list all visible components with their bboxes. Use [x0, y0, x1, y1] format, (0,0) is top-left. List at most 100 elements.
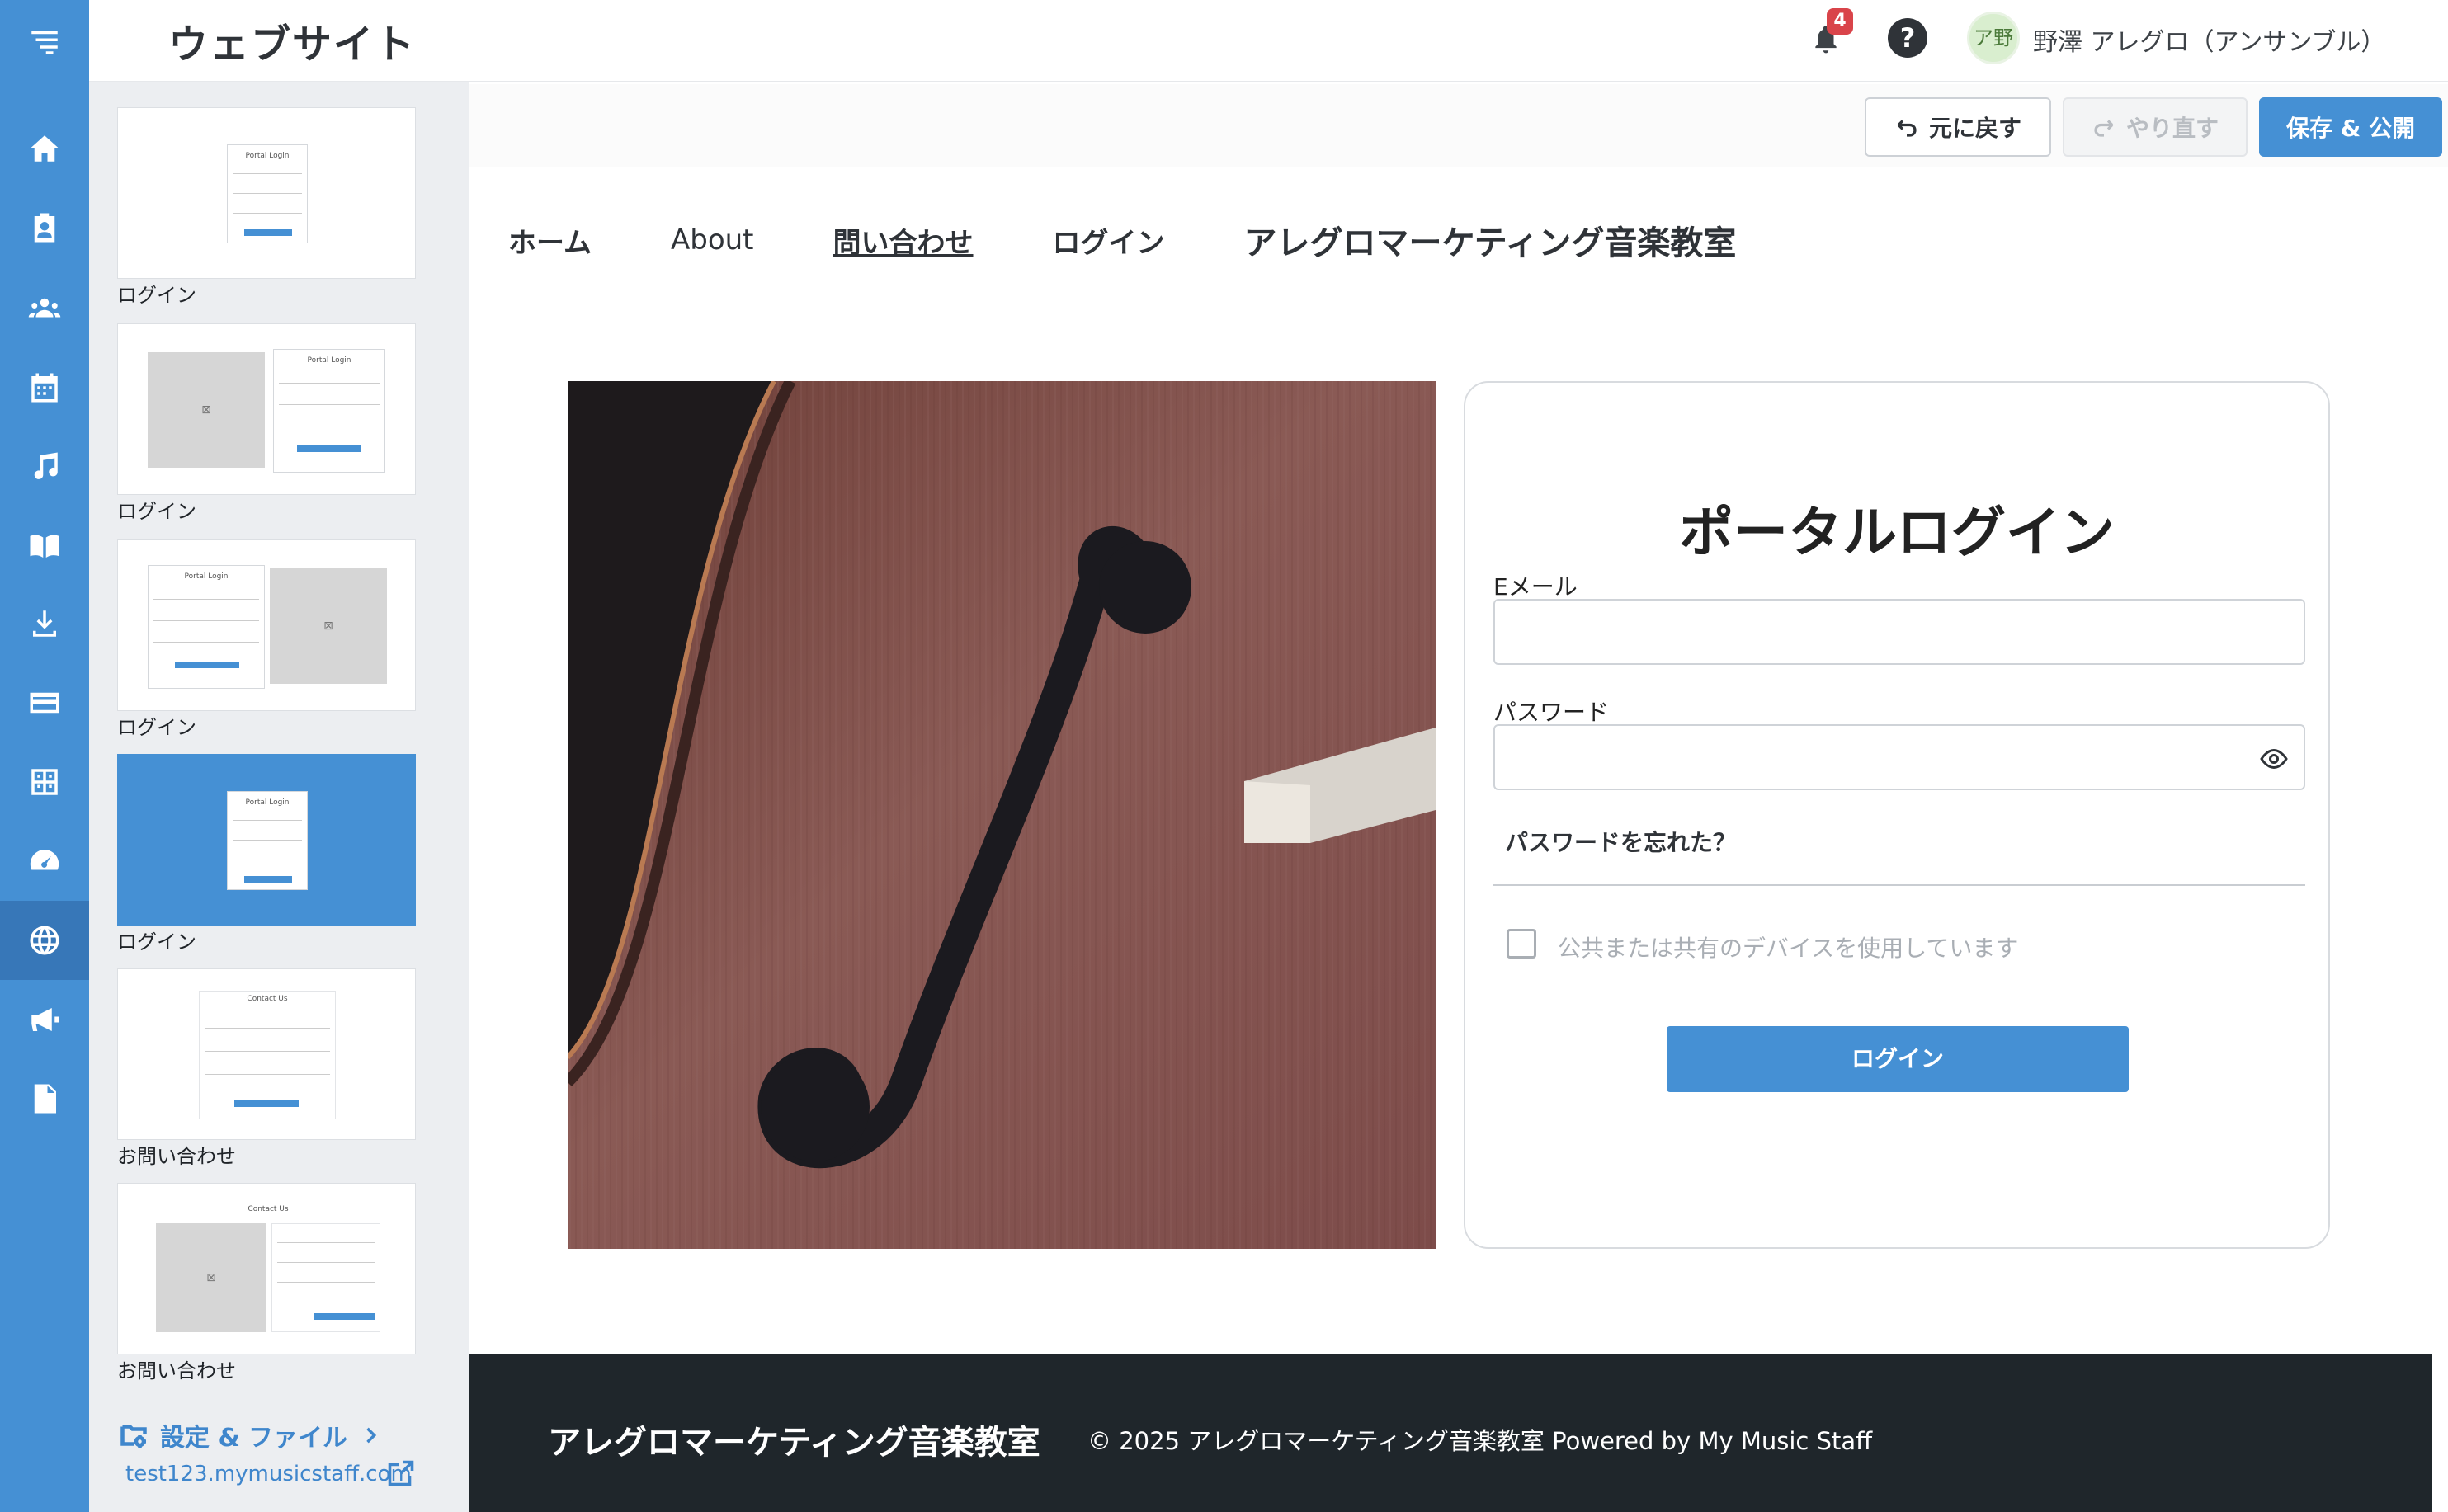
- mini-button: [234, 1100, 299, 1107]
- mini-field-line: [205, 1074, 330, 1075]
- page-thumbnail[interactable]: ⊠ Portal Login: [117, 323, 416, 495]
- nav-about[interactable]: About: [671, 224, 754, 257]
- password-field[interactable]: [1493, 724, 2305, 790]
- shared-device-label: 公共または共有のデバイスを使用しています: [1558, 935, 2019, 962]
- speedometer-icon[interactable]: [0, 822, 89, 901]
- nav-contact[interactable]: 問い合わせ: [833, 220, 974, 261]
- mini-image-placeholder: ⊠: [148, 352, 265, 468]
- avatar[interactable]: ア野: [1967, 12, 2020, 64]
- calculator-icon[interactable]: [0, 742, 89, 822]
- mini-field-line: [205, 1051, 330, 1052]
- mini-button: [297, 445, 361, 452]
- mini-form-title: Contact Us: [247, 995, 288, 1003]
- save-publish-button[interactable]: 保存 & 公開: [2259, 97, 2442, 157]
- users-icon[interactable]: [0, 269, 89, 348]
- mini-field-line: [153, 599, 259, 600]
- mini-form-title: Contact Us: [248, 1205, 289, 1213]
- mini-login-form: Portal Login: [227, 791, 308, 890]
- mini-field-line: [233, 193, 302, 194]
- page-thumbnail[interactable]: Contact Us: [117, 968, 416, 1140]
- clipboard-user-icon[interactable]: [0, 188, 89, 267]
- menu-icon[interactable]: [0, 2, 89, 81]
- website-preview: ホーム About 問い合わせ ログイン アレグロマーケティング音楽教室 ポータ…: [469, 167, 2432, 1512]
- footer-brand: アレグロマーケティング音楽教室: [548, 1424, 1040, 1462]
- page-title: ウェブサイト: [168, 21, 417, 68]
- page-label: お問い合わせ: [117, 1145, 236, 1168]
- page-thumbnail-item[interactable]: Contact Us ⊠ お問い合わせ: [117, 1183, 416, 1386]
- site-url-link[interactable]: test123.mymusicstaff.com: [125, 1462, 412, 1486]
- mini-form-title: Portal Login: [307, 356, 351, 365]
- globe-icon[interactable]: [0, 901, 89, 980]
- nav-home[interactable]: ホーム: [508, 220, 592, 261]
- mini-field-line: [153, 642, 259, 643]
- mini-button: [244, 876, 292, 883]
- mini-button: [314, 1313, 375, 1320]
- page-thumbnail-item[interactable]: Contact Us お問い合わせ: [117, 968, 416, 1171]
- undo-icon: [1897, 120, 1917, 137]
- page-thumbnail-item[interactable]: ⊠ Portal Login ログイン: [117, 323, 416, 526]
- page-label: ログイン: [117, 500, 196, 523]
- music-note-icon[interactable]: [0, 427, 89, 506]
- top-bar: ウェブサイト 4 ? ア野 野澤 アレグロ（アンサンブル）: [89, 0, 2448, 82]
- cello-image: [568, 381, 1436, 1249]
- nav-login[interactable]: ログイン: [1053, 220, 1165, 261]
- password-label: パスワード: [1493, 699, 1610, 726]
- mini-login-form: Portal Login: [273, 349, 385, 473]
- mini-field-line: [153, 620, 259, 621]
- mini-contact-form: [271, 1223, 380, 1332]
- mini-login-form: Portal Login: [148, 565, 265, 689]
- page-thumbnail-item[interactable]: Portal Login ⊠ ログイン: [117, 539, 416, 742]
- page-label: ログイン: [117, 930, 196, 954]
- login-button[interactable]: ログイン: [1667, 1026, 2129, 1092]
- mini-field-line: [279, 383, 380, 384]
- document-icon[interactable]: [0, 1059, 89, 1138]
- login-title: ポータルログイン: [1679, 501, 2115, 564]
- mini-button: [175, 662, 239, 668]
- page-label: お問い合わせ: [117, 1359, 236, 1382]
- page-thumbnail[interactable]: Portal Login ⊠: [117, 539, 416, 711]
- icon-rail: [0, 0, 89, 1512]
- page-thumbnail-item-selected[interactable]: Portal Login ログイン: [117, 754, 416, 957]
- mini-image-placeholder: ⊠: [270, 568, 387, 684]
- mini-contact-header: Contact Us: [197, 1202, 339, 1218]
- email-field[interactable]: [1493, 599, 2305, 665]
- credit-card-icon[interactable]: [0, 663, 89, 742]
- chevron-right-icon: [366, 1427, 377, 1444]
- download-icon[interactable]: [0, 584, 89, 663]
- eye-icon[interactable]: [2259, 744, 2289, 774]
- forgot-password-link[interactable]: パスワードを忘れた？: [1505, 825, 1736, 858]
- user-name[interactable]: 野澤 アレグロ（アンサンブル）: [2033, 21, 2385, 58]
- book-icon[interactable]: [0, 506, 89, 586]
- mini-field-line: [277, 1242, 375, 1243]
- site-navigation: ホーム About 問い合わせ ログイン アレグロマーケティング音楽教室: [508, 216, 1736, 264]
- notifications-button[interactable]: 4: [1810, 8, 1856, 64]
- megaphone-icon[interactable]: [0, 980, 89, 1059]
- settings-files-label: 設定 & ファイル: [160, 1424, 348, 1453]
- page-label: ログイン: [117, 284, 196, 307]
- page-thumbnail-item[interactable]: Portal Login ログイン: [117, 107, 416, 310]
- page-label: ログイン: [117, 716, 196, 739]
- page-thumbnail[interactable]: Portal Login: [117, 754, 416, 926]
- divider: [1493, 884, 2305, 886]
- mini-form-title: Portal Login: [245, 152, 290, 160]
- email-label: Eメール: [1493, 573, 1578, 601]
- home-icon[interactable]: [0, 109, 89, 188]
- mini-field-line: [233, 840, 302, 841]
- undo-button[interactable]: 元に戻す: [1865, 97, 2051, 157]
- calendar-icon[interactable]: [0, 348, 89, 427]
- site-brand[interactable]: アレグロマーケティング音楽教室: [1244, 216, 1737, 264]
- external-link-icon[interactable]: [386, 1458, 416, 1488]
- footer-copyright: © 2025 アレグロマーケティング音楽教室 Powered by My Mus…: [1087, 1427, 1873, 1455]
- mini-form-title: Portal Login: [184, 572, 229, 581]
- redo-button[interactable]: やり直す: [2063, 97, 2248, 157]
- redo-icon: [2094, 120, 2114, 137]
- page-thumbnail[interactable]: Portal Login: [117, 107, 416, 279]
- page-thumbnail[interactable]: Contact Us ⊠: [117, 1183, 416, 1354]
- settings-files-link[interactable]: 設定 & ファイル: [119, 1417, 382, 1453]
- mini-field-line: [279, 404, 380, 405]
- mini-field-line: [233, 213, 302, 214]
- mini-contact-form: Contact Us: [199, 991, 336, 1119]
- mini-field-line: [205, 1028, 330, 1029]
- shared-device-checkbox[interactable]: [1507, 929, 1536, 959]
- help-icon[interactable]: ?: [1888, 18, 1927, 58]
